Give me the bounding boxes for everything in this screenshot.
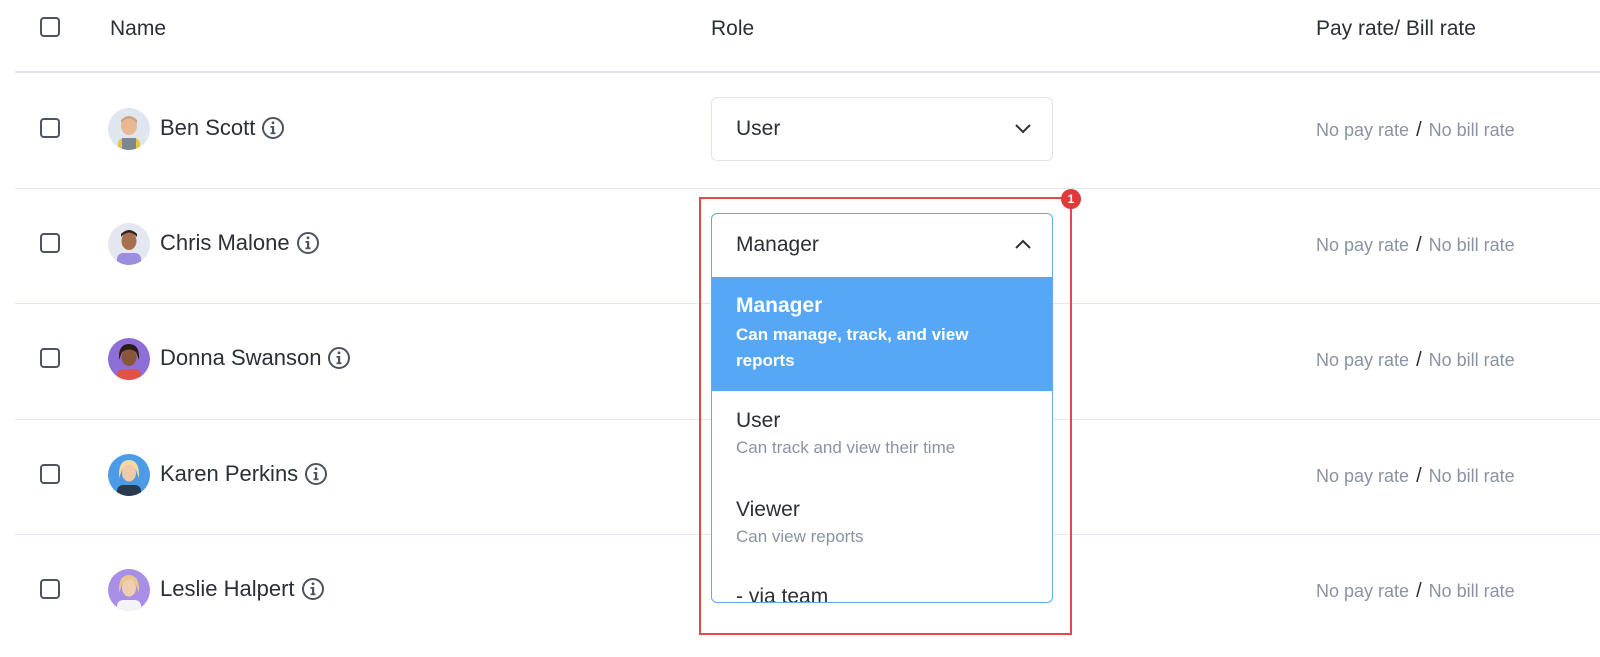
pay-rate[interactable]: No pay rate <box>1316 120 1409 140</box>
role-option-title: Viewer <box>736 498 800 521</box>
rate-separator: / <box>1416 234 1422 256</box>
member-name: Karen Perkins <box>160 461 328 487</box>
info-circle-icon[interactable] <box>261 116 285 140</box>
role-option-description: Can view reports <box>736 527 864 546</box>
bill-rate[interactable]: No bill rate <box>1429 350 1515 370</box>
row-divider <box>15 188 1600 189</box>
rate-cell: No pay rate / No bill rate <box>1316 234 1515 257</box>
role-option-title: Manager <box>736 294 823 317</box>
role-select[interactable]: User <box>711 97 1053 161</box>
avatar <box>108 108 150 150</box>
role-option-user[interactable]: User Can track and view their time <box>712 391 1052 480</box>
member-name: Chris Malone <box>160 230 320 256</box>
select-all-checkbox[interactable] <box>40 17 60 37</box>
rate-cell: No pay rate / No bill rate <box>1316 349 1515 372</box>
pay-rate[interactable]: No pay rate <box>1316 235 1409 255</box>
rate-separator: / <box>1416 349 1422 371</box>
member-name-text: Chris Malone <box>160 230 290 255</box>
rate-cell: No pay rate / No bill rate <box>1316 580 1515 603</box>
member-name-text: Leslie Halpert <box>160 576 295 601</box>
annotation-badge: 1 <box>1061 189 1081 209</box>
pay-rate[interactable]: No pay rate <box>1316 581 1409 601</box>
role-option-manager[interactable]: Manager Can manage, track, and view repo… <box>712 277 1052 391</box>
avatar <box>108 569 150 611</box>
pay-rate[interactable]: No pay rate <box>1316 466 1409 486</box>
column-header-role[interactable]: Role <box>711 17 754 41</box>
role-select-open[interactable]: Manager <box>711 213 1053 277</box>
role-option-title: User <box>736 409 781 432</box>
bill-rate[interactable]: No bill rate <box>1429 581 1515 601</box>
member-name-text: Karen Perkins <box>160 461 299 486</box>
row-checkbox[interactable] <box>40 464 60 484</box>
bill-rate[interactable]: No bill rate <box>1429 120 1515 140</box>
member-name: Donna Swanson <box>160 345 351 371</box>
role-option-title: - via team <box>736 585 829 603</box>
rate-separator: / <box>1416 119 1422 141</box>
member-name: Ben Scott <box>160 115 285 141</box>
role-option-via-team[interactable]: - via team <box>712 569 1052 603</box>
role-option-viewer[interactable]: Viewer Can view reports <box>712 480 1052 569</box>
role-dropdown-menu: Manager Can manage, track, and view repo… <box>711 277 1053 603</box>
role-select-value: User <box>736 117 781 140</box>
rate-cell: No pay rate / No bill rate <box>1316 465 1515 488</box>
chevron-up-icon <box>1015 239 1031 249</box>
row-checkbox[interactable] <box>40 579 60 599</box>
header-divider <box>15 71 1600 73</box>
role-select-value: Manager <box>736 233 819 256</box>
info-circle-icon[interactable] <box>296 231 320 255</box>
team-members-table: Name Role Pay rate/ Bill rate Ben Scott … <box>0 0 1600 657</box>
bill-rate[interactable]: No bill rate <box>1429 235 1515 255</box>
avatar <box>108 338 150 380</box>
member-name: Leslie Halpert <box>160 576 325 602</box>
member-name-text: Donna Swanson <box>160 345 322 370</box>
member-name-text: Ben Scott <box>160 115 256 140</box>
pay-rate[interactable]: No pay rate <box>1316 350 1409 370</box>
role-option-description: Can manage, track, and view reports <box>736 325 969 370</box>
rate-separator: / <box>1416 465 1422 487</box>
row-checkbox[interactable] <box>40 233 60 253</box>
rate-separator: / <box>1416 580 1422 602</box>
info-circle-icon[interactable] <box>301 577 325 601</box>
role-option-description: Can track and view their time <box>736 438 956 457</box>
row-checkbox[interactable] <box>40 118 60 138</box>
row-checkbox[interactable] <box>40 348 60 368</box>
avatar <box>108 223 150 265</box>
info-circle-icon[interactable] <box>327 346 351 370</box>
column-header-rate[interactable]: Pay rate/ Bill rate <box>1316 17 1476 41</box>
avatar <box>108 454 150 496</box>
bill-rate[interactable]: No bill rate <box>1429 466 1515 486</box>
column-header-name[interactable]: Name <box>110 17 166 41</box>
chevron-down-icon <box>1015 124 1031 134</box>
info-circle-icon[interactable] <box>304 462 328 486</box>
rate-cell: No pay rate / No bill rate <box>1316 119 1515 142</box>
